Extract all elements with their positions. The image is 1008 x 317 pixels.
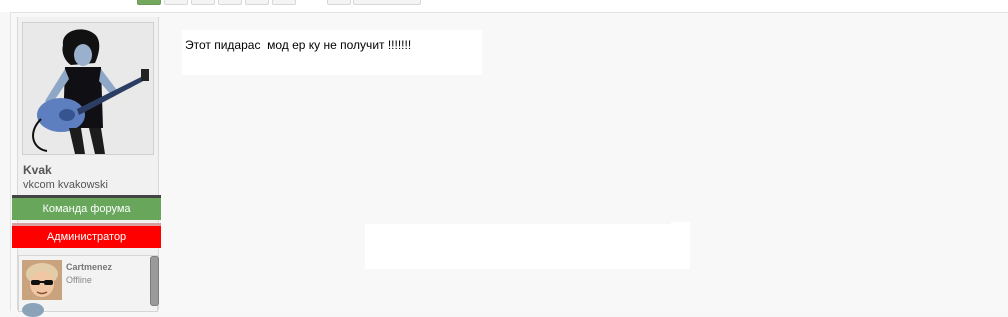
page-button[interactable] (272, 0, 296, 5)
pagination (0, 0, 1008, 12)
page-button[interactable] (164, 0, 188, 5)
post-message-text: Этот пидарас мод ер ку не получит !!!!!!… (185, 38, 412, 52)
page-button[interactable] (191, 0, 215, 5)
viewer-username[interactable]: Cartmenez (66, 262, 112, 272)
hidden-content-block-tab (671, 222, 690, 228)
author-avatar[interactable] (22, 22, 154, 155)
viewer-avatar[interactable] (22, 260, 62, 300)
sunglasses-face-icon (22, 260, 62, 300)
next-page-button[interactable] (353, 0, 421, 5)
role-badge-forum-team: Команда форума (12, 195, 161, 220)
author-user-title: vkcom kvakowski (23, 179, 108, 191)
hidden-content-block (365, 224, 690, 269)
author-username[interactable]: Kvak (23, 163, 52, 177)
guitarist-avatar-image (23, 23, 153, 154)
page-button[interactable] (218, 0, 242, 5)
viewer-status: Offline (66, 275, 92, 285)
next-user-avatar[interactable] (22, 303, 44, 317)
page-button[interactable] (327, 0, 351, 5)
scrollbar-thumb[interactable] (150, 256, 159, 306)
role-badge-administrator: Администратор (12, 223, 161, 248)
post-message-box (182, 30, 482, 75)
page-button[interactable] (245, 0, 269, 5)
page-button-current[interactable] (137, 0, 161, 5)
